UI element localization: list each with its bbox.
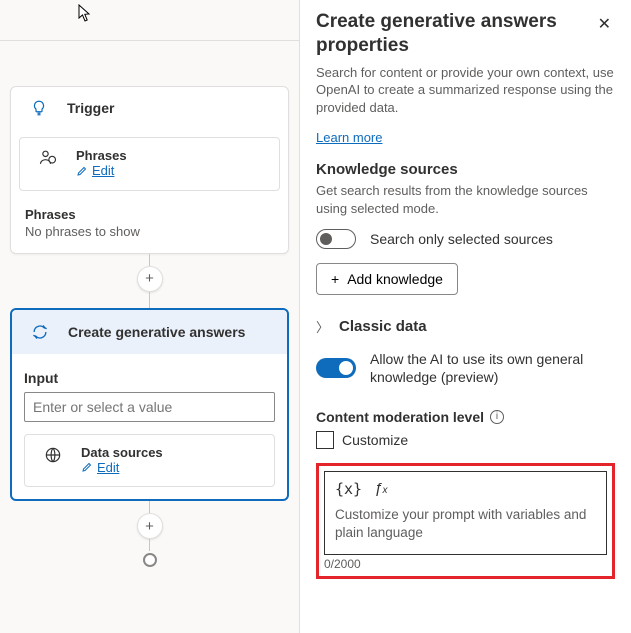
add-node-button[interactable]: +	[137, 513, 163, 539]
search-selected-label: Search only selected sources	[370, 230, 553, 248]
input-label: Input	[24, 370, 275, 386]
cursor-pointer	[78, 4, 94, 22]
add-node-button[interactable]: +	[137, 266, 163, 292]
learn-more-link[interactable]: Learn more	[316, 130, 382, 145]
allow-general-knowledge-label: Allow the AI to use its own general know…	[370, 350, 615, 386]
phrases-empty-title: Phrases	[25, 207, 274, 222]
info-icon[interactable]: i	[490, 410, 504, 424]
end-node	[143, 553, 157, 567]
person-chat-icon	[34, 148, 62, 168]
customize-label: Customize	[342, 432, 408, 448]
phrases-item[interactable]: Phrases Edit	[19, 137, 280, 191]
chevron-right-icon: 〉	[316, 317, 329, 336]
customize-checkbox[interactable]	[316, 431, 334, 449]
refresh-sparkle-icon	[26, 322, 54, 342]
trigger-card: Trigger Phrases Edit Phrases No phrases …	[10, 86, 289, 254]
allow-general-knowledge-toggle[interactable]	[316, 358, 356, 378]
edit-data-sources-link[interactable]: Edit	[81, 460, 119, 475]
phrases-empty-sub: No phrases to show	[25, 224, 274, 239]
variable-icon[interactable]: {x}	[335, 480, 362, 498]
panel-description: Search for content or provide your own c…	[316, 64, 615, 117]
panel-title: Create generative answers properties	[316, 10, 594, 58]
prompt-placeholder: Customize your prompt with variables and…	[335, 506, 596, 542]
data-sources-label: Data sources	[81, 445, 163, 460]
edit-phrases-link[interactable]: Edit	[76, 163, 114, 178]
pencil-icon	[81, 461, 93, 473]
trigger-header[interactable]: Trigger	[11, 87, 288, 129]
formula-icon[interactable]: ƒx	[374, 480, 387, 498]
plus-icon: +	[331, 271, 339, 287]
close-icon[interactable]: ✕	[594, 10, 615, 38]
content-moderation-label: Content moderation level	[316, 409, 484, 425]
trigger-title: Trigger	[67, 100, 114, 116]
generative-answers-card: Create generative answers Input Data sou…	[10, 308, 289, 502]
data-sources-item[interactable]: Data sources Edit	[24, 434, 275, 488]
add-knowledge-button[interactable]: + Add knowledge	[316, 263, 458, 295]
prompt-textarea[interactable]: {x} ƒx Customize your prompt with variab…	[324, 471, 607, 555]
generative-answers-header[interactable]: Create generative answers	[12, 310, 287, 354]
pencil-icon	[76, 165, 88, 177]
bulb-icon	[25, 99, 53, 117]
knowledge-sources-title: Knowledge sources	[316, 161, 615, 178]
generative-answers-title: Create generative answers	[68, 324, 245, 340]
input-value-field[interactable]	[24, 392, 275, 422]
connector-line	[149, 501, 150, 513]
connector-line	[149, 254, 150, 266]
classic-data-title: Classic data	[339, 318, 427, 335]
globe-icon	[39, 445, 67, 465]
phrases-label: Phrases	[76, 148, 127, 163]
connector-line	[149, 539, 150, 551]
connector-line	[149, 292, 150, 308]
knowledge-sources-desc: Get search results from the knowledge so…	[316, 182, 615, 217]
classic-data-toggle-section[interactable]: 〉 Classic data	[316, 317, 615, 336]
prompt-char-count: 0/2000	[324, 557, 607, 571]
search-selected-toggle[interactable]	[316, 229, 356, 249]
properties-panel: Create generative answers properties ✕ S…	[310, 0, 631, 633]
prompt-highlight-box: {x} ƒx Customize your prompt with variab…	[316, 463, 615, 579]
divider	[0, 40, 300, 41]
phrases-empty: Phrases No phrases to show	[11, 199, 288, 253]
